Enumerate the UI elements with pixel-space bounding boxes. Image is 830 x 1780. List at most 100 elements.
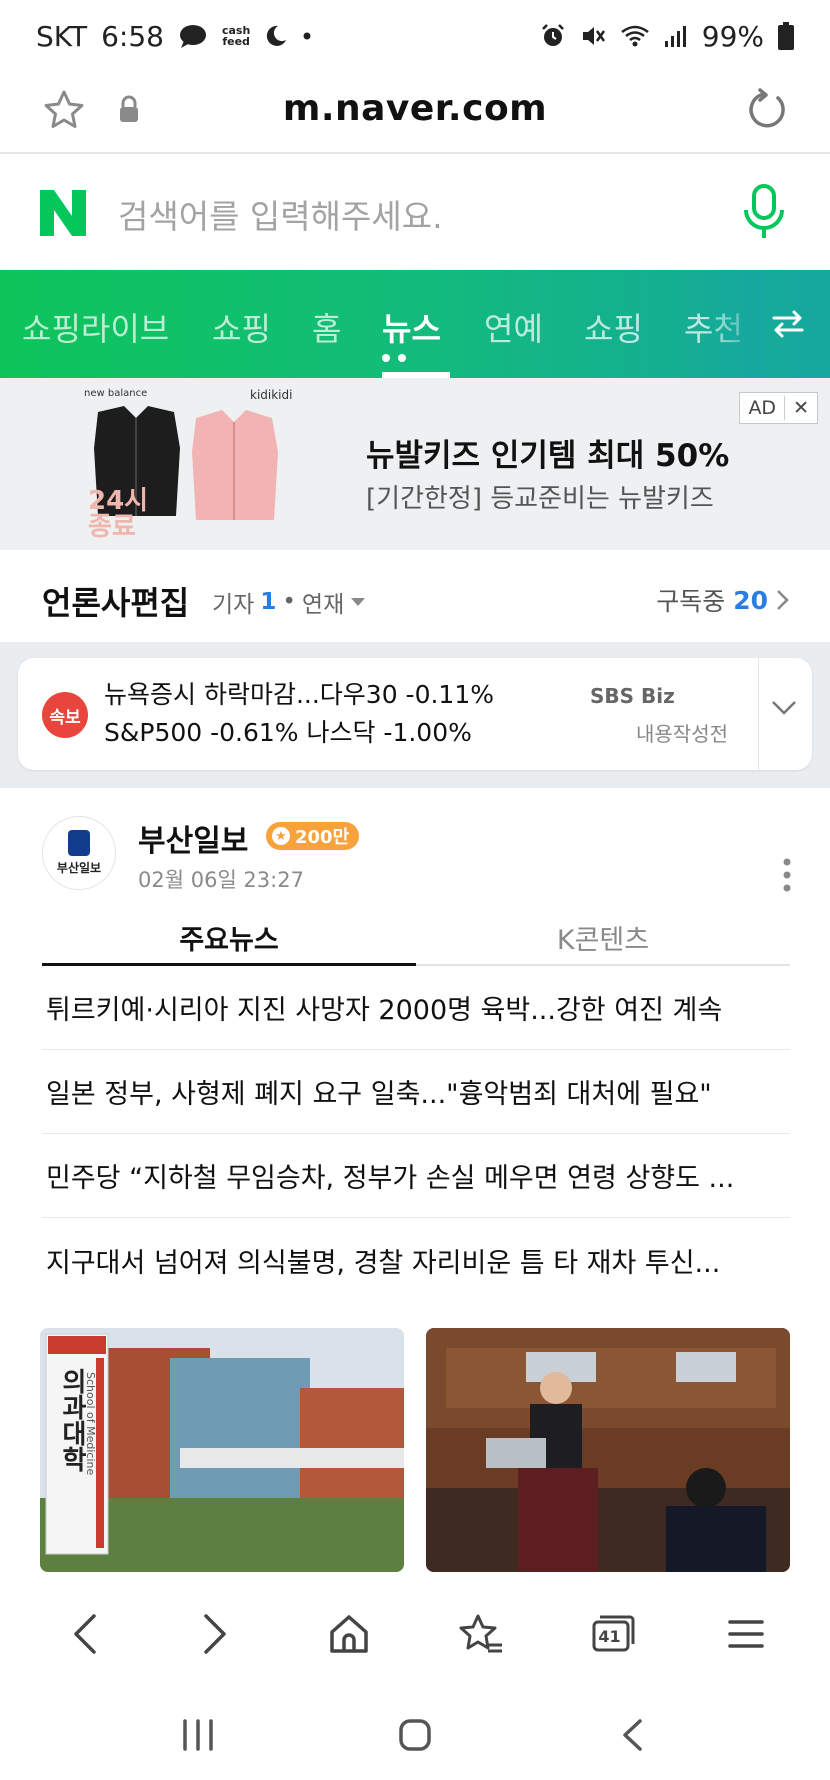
main-nav-tabs: 쇼핑라이브 쇼핑 홈 뉴스 연예 쇼핑 추천 — [0, 270, 830, 378]
headline-list: 튀르키예·시리아 지진 사망자 2000명 육박...강한 여진 계속 일본 정… — [42, 966, 790, 1302]
clock: 6:58 — [101, 19, 164, 53]
more-options-icon[interactable] — [782, 858, 792, 896]
hamburger-menu-icon — [728, 1620, 764, 1648]
ad-24h-line2: 종료 — [88, 512, 136, 542]
breaking-status: 내용작성전 — [636, 722, 728, 746]
ad-24h-badge: 24시 종료 — [88, 488, 148, 540]
meta-separator: • — [282, 589, 296, 615]
tab-news[interactable]: 뉴스 — [382, 304, 441, 350]
menu-button[interactable] — [706, 1594, 786, 1674]
recent-apps-button[interactable] — [158, 1700, 238, 1770]
ad-label: AD — [748, 397, 777, 419]
subscribed-link[interactable]: 구독중 20 — [656, 582, 790, 618]
reload-icon[interactable] — [742, 86, 790, 138]
tabs-count: 41 — [598, 1626, 621, 1646]
news-thumbnail-parliament[interactable] — [426, 1328, 790, 1572]
press-name[interactable]: 부산일보 — [138, 816, 248, 860]
carrier: SKT — [36, 19, 88, 53]
tab-home[interactable]: 홈 — [312, 304, 341, 350]
bookmarks-button[interactable] — [441, 1594, 521, 1674]
tab-shopping[interactable]: 쇼핑 — [212, 304, 271, 350]
press-date: 02월 06일 23:27 — [138, 868, 304, 892]
chevron-right-icon — [204, 1614, 227, 1654]
status-left: SKT 6:58 cash feed — [36, 20, 312, 53]
parliament-illustration — [426, 1328, 790, 1572]
system-home-button[interactable] — [375, 1700, 455, 1770]
headline-item[interactable]: 민주당 “지하철 무임승차, 정부가 손실 메우면 연령 상향도 ... — [42, 1134, 790, 1218]
url-text[interactable]: m.naver.com — [0, 88, 830, 129]
reporter-count: 1 — [260, 589, 277, 615]
press-card: 부산일보 부산일보 ★ 200만 02월 06일 23:27 주요뉴스 K콘텐츠… — [0, 788, 830, 1608]
battery-percent: 99% — [701, 19, 764, 53]
news-thumbnail-medical-school[interactable]: 의과대학 School of Medicine — [40, 1328, 404, 1572]
tab-shopping-live[interactable]: 쇼핑라이브 — [22, 304, 169, 350]
browser-bottom-nav: 41 — [0, 1584, 830, 1684]
subscribed-label: 구독중 — [656, 587, 726, 616]
page-dot — [382, 354, 390, 362]
system-back-icon — [622, 1719, 642, 1751]
breaking-divider — [758, 658, 759, 770]
breaking-news-card[interactable]: 속보 뉴욕증시 하락마감...다우30 -0.11% S&P500 -0.61%… — [18, 658, 812, 770]
system-home-icon — [399, 1719, 431, 1751]
chevron-left-icon — [74, 1614, 96, 1654]
ad-image[interactable]: new balance kidikidi 24시 종료 — [84, 388, 314, 540]
subscribed-count: 20 — [733, 585, 768, 615]
reporter-label: 기자 — [212, 592, 255, 618]
subscriber-badge: ★ 200만 — [266, 822, 360, 850]
subscriber-count: 200만 — [295, 827, 350, 848]
ad-subtitle[interactable]: [기간한정] 등교준비는 뉴발키즈 — [366, 478, 714, 515]
ad-close-button[interactable]: ✕ — [785, 397, 817, 419]
breaking-source: SBS Biz — [590, 684, 675, 708]
headline-item[interactable]: 일본 정부, 사형제 폐지 요구 일축..."흉악범죄 대처에 필요" — [42, 1050, 790, 1134]
dropdown-triangle-icon — [351, 598, 366, 606]
chat-bubble-icon — [178, 23, 208, 49]
star-badge-icon: ★ — [272, 827, 290, 845]
news-page-dots — [382, 354, 406, 362]
headline-item[interactable]: 튀르키예·시리아 지진 사망자 2000명 육박...강한 여진 계속 — [42, 966, 790, 1050]
battery-icon — [778, 22, 794, 50]
breaking-news-section: 속보 뉴욕증시 하락마감...다우30 -0.11% S&P500 -0.61%… — [0, 642, 830, 788]
url-bar: m.naver.com — [0, 72, 830, 154]
press-logo[interactable]: 부산일보 — [42, 816, 116, 890]
press-tabs: 주요뉴스 K콘텐츠 — [42, 908, 790, 966]
star-list-icon — [459, 1614, 503, 1653]
forward-button[interactable] — [176, 1594, 256, 1674]
ad-banner[interactable]: new balance kidikidi 24시 종료 뉴발키즈 인기템 최대 5… — [0, 378, 830, 550]
press-edition-header: 언론사편집 기자 1 • 연재 구독중 20 — [0, 550, 830, 642]
expand-chevron-icon[interactable] — [770, 698, 798, 722]
home-icon — [330, 1615, 368, 1653]
medical-school-sign-en: School of Medicine — [84, 1372, 97, 1476]
tab-entertainment[interactable]: 연예 — [484, 304, 543, 350]
mute-icon — [580, 23, 606, 49]
ad-badge: AD ✕ — [739, 392, 818, 424]
system-nav-bar — [0, 1690, 830, 1780]
tab-k-content[interactable]: K콘텐츠 — [416, 918, 790, 957]
signal-icon — [664, 24, 688, 48]
home-button[interactable] — [309, 1594, 389, 1674]
swap-arrows-icon[interactable] — [770, 306, 806, 346]
dot-icon — [302, 31, 312, 41]
page-dot — [398, 354, 406, 362]
nav-fade — [706, 270, 766, 378]
press-logo-text: 부산일보 — [56, 861, 102, 875]
recent-apps-icon — [183, 1719, 214, 1751]
alarm-icon — [540, 23, 566, 49]
ad-title[interactable]: 뉴발키즈 인기템 최대 50% — [366, 430, 729, 475]
busan-ilbo-emblem-icon — [68, 830, 90, 856]
naver-logo-icon[interactable] — [38, 188, 88, 238]
tabs-button[interactable]: 41 — [573, 1594, 653, 1674]
breaking-badge: 속보 — [42, 692, 88, 738]
press-edition-filter[interactable]: 기자 1 • 연재 — [212, 585, 366, 619]
breaking-headline[interactable]: 뉴욕증시 하락마감...다우30 -0.11% S&P500 -0.61% 나스… — [104, 676, 544, 752]
back-button[interactable] — [44, 1594, 124, 1674]
system-back-button[interactable] — [592, 1700, 672, 1770]
search-input[interactable] — [118, 194, 698, 238]
search-bar — [0, 156, 830, 270]
tab-shopping-2[interactable]: 쇼핑 — [584, 304, 643, 350]
moon-icon — [264, 24, 288, 48]
series-label: 연재 — [301, 592, 345, 618]
headline-item[interactable]: 지구대서 넘어져 의식불명, 경찰 자리비운 틈 타 재차 투신... — [42, 1218, 790, 1302]
microphone-icon[interactable] — [738, 182, 790, 246]
status-bar: SKT 6:58 cash feed 99% — [0, 0, 830, 72]
tab-main-news[interactable]: 주요뉴스 — [42, 918, 416, 957]
